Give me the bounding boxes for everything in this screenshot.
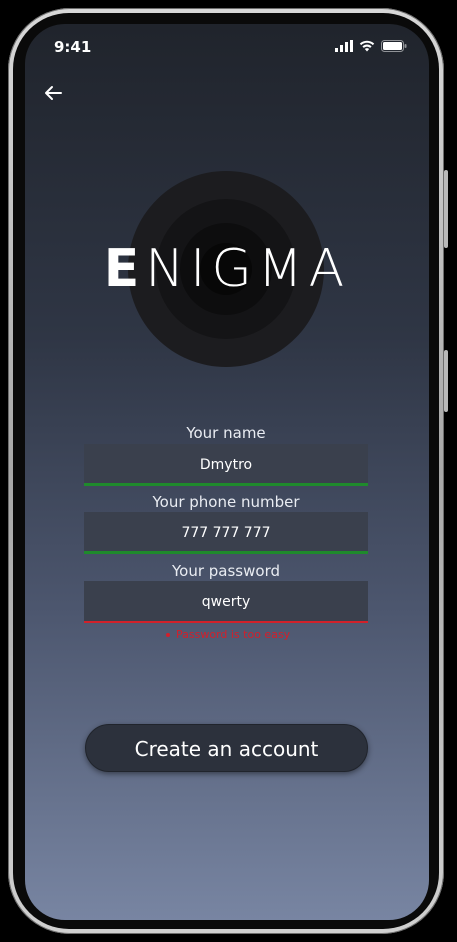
battery-icon [381,40,407,52]
logo-first-letter: E [103,239,146,299]
password-error: Password is too easy [166,628,290,641]
status-icons [335,40,407,52]
logo-text: ENIGMA [25,239,429,299]
phone-field[interactable]: 777 777 777 [84,512,368,554]
password-error-text: Password is too easy [176,628,291,641]
name-field[interactable]: Dmytro [84,444,368,486]
logo-rest: NIGMA [145,239,351,299]
screen: 9:41 ENIGMA Your name Dmytro Your phone … [25,24,429,920]
create-account-button[interactable]: Create an account [85,724,368,772]
signal-icon [335,40,353,52]
status-bar: 9:41 [25,24,429,72]
phone-label: Your phone number [152,493,300,511]
side-button [444,170,448,248]
side-button [444,350,448,412]
name-label: Your name [186,424,266,442]
wifi-icon [359,40,375,52]
status-time: 9:41 [54,38,92,56]
left-arrow-icon[interactable] [41,82,65,104]
error-dot-icon [166,632,170,637]
password-field[interactable]: qwerty [84,581,368,623]
password-label: Your password [171,562,280,580]
